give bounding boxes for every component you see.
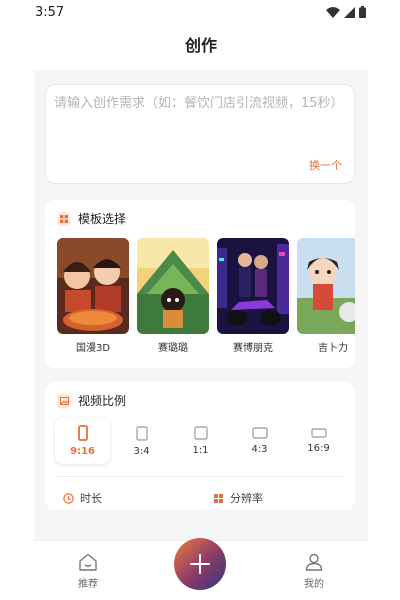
image-icon bbox=[57, 393, 71, 408]
portrait-ratio-icon bbox=[77, 425, 88, 441]
page-header: 创作 bbox=[34, 26, 368, 70]
portrait-ratio-icon bbox=[135, 425, 148, 441]
template-thumbnail-celluloid bbox=[137, 238, 209, 334]
ratio-section-header: 视频比例 bbox=[57, 392, 126, 409]
prompt-input[interactable]: 请输入创作需求（如：餐饮门店引流视频，15秒） 换一个 bbox=[45, 84, 355, 184]
page-title: 创作 bbox=[184, 36, 217, 55]
template-section-title: 模板选择 bbox=[78, 212, 127, 226]
ratio-label: 4:3 bbox=[251, 444, 268, 455]
divider bbox=[55, 476, 345, 477]
square-ratio-icon bbox=[193, 426, 208, 440]
template-list: 国漫3D 赛璐璐 赛博朋克 吉卜力 bbox=[57, 238, 355, 354]
ratio-label: 1:1 bbox=[192, 445, 209, 456]
ratio-label: 3:4 bbox=[133, 445, 150, 457]
ratio-option-16-9[interactable]: 16:9 bbox=[291, 418, 346, 464]
nav-item-mine[interactable]: 我的 bbox=[294, 553, 334, 590]
template-label: 国漫3D bbox=[75, 343, 111, 354]
prompt-placeholder: 请输入创作需求（如：餐饮门店引流视频，15秒） bbox=[54, 96, 344, 111]
ratio-option-9-16[interactable]: 9:16 bbox=[55, 418, 110, 464]
plus-icon bbox=[190, 554, 210, 574]
template-thumbnail-ghibli bbox=[297, 238, 355, 334]
ratio-option-1-1[interactable]: 1:1 bbox=[173, 418, 228, 464]
template-item-celluloid[interactable]: 赛璐璐 bbox=[137, 238, 209, 354]
ratio-section-title: 视频比例 bbox=[78, 394, 127, 408]
ratio-options: 9:16 3:4 1:1 4:3 16:9 bbox=[55, 418, 346, 464]
template-label: 吉卜力 bbox=[318, 343, 348, 354]
wifi-icon bbox=[326, 6, 340, 18]
landscape-ratio-icon bbox=[310, 428, 327, 438]
status-time: 3:57 bbox=[35, 5, 65, 20]
nav-item-recommend[interactable]: 推荐 bbox=[68, 553, 108, 590]
signal-icon bbox=[344, 6, 355, 18]
ratio-option-4-3[interactable]: 4:3 bbox=[232, 418, 287, 464]
battery-icon bbox=[359, 6, 366, 18]
status-icons bbox=[326, 6, 366, 18]
ratio-section: 视频比例 9:16 3:4 1:1 4:3 16:9 时长 分辨率 bbox=[45, 382, 355, 510]
template-section: 模板选择 国漫3D 赛璐璐 赛博朋克 吉卜力 bbox=[45, 200, 355, 368]
template-label: 赛璐璐 bbox=[158, 343, 188, 354]
resolution-option[interactable]: 分辨率 bbox=[213, 490, 263, 506]
template-item-ghibli[interactable]: 吉卜力 bbox=[297, 238, 355, 354]
status-bar: 3:57 bbox=[0, 0, 400, 26]
nav-label: 我的 bbox=[304, 579, 324, 590]
resolution-icon bbox=[214, 493, 223, 503]
user-icon bbox=[305, 553, 323, 571]
template-item-guoman3d[interactable]: 国漫3D bbox=[57, 238, 129, 354]
landscape-ratio-icon bbox=[251, 427, 268, 439]
resolution-label: 分辨率 bbox=[230, 492, 263, 505]
template-thumbnail-guoman3d bbox=[57, 238, 129, 334]
clock-icon bbox=[63, 492, 74, 504]
ratio-option-3-4[interactable]: 3:4 bbox=[114, 418, 169, 464]
grid-icon bbox=[57, 211, 71, 226]
template-item-cyberpunk[interactable]: 赛博朋克 bbox=[217, 238, 289, 354]
create-button[interactable] bbox=[174, 538, 226, 590]
duration-label: 时长 bbox=[80, 492, 102, 505]
duration-option[interactable]: 时长 bbox=[63, 490, 102, 506]
home-icon bbox=[79, 553, 97, 571]
template-thumbnail-cyberpunk bbox=[217, 238, 289, 334]
template-label: 赛博朋克 bbox=[233, 343, 273, 354]
ratio-label: 9:16 bbox=[70, 446, 95, 457]
switch-prompt-button[interactable]: 换一个 bbox=[309, 157, 342, 173]
template-section-header: 模板选择 bbox=[57, 210, 126, 227]
ratio-label: 16:9 bbox=[307, 443, 330, 454]
nav-label: 推荐 bbox=[78, 579, 98, 590]
